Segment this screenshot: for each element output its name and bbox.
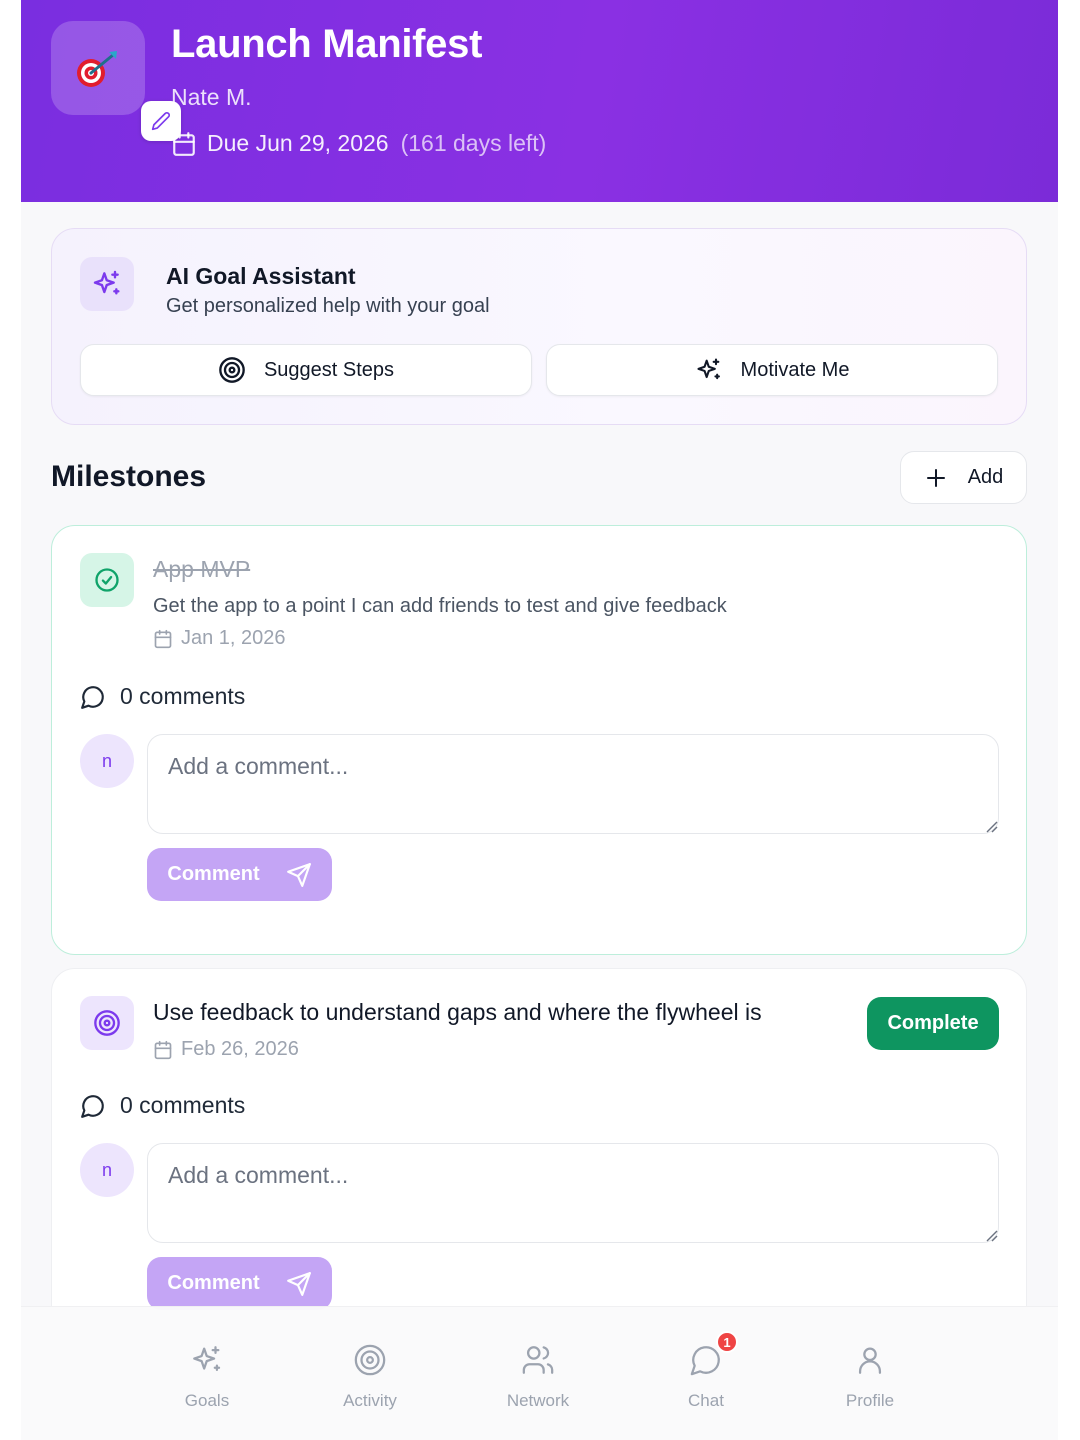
comment-bubble-icon [81,1094,104,1118]
pencil-icon [151,112,170,131]
due-date-row: Due Jun 29, 2026 (161 days left) [171,130,546,157]
app-screen: Launch Manifest Nate M. Due Jun 29, 2026… [21,0,1058,1440]
target-icon [94,1010,120,1036]
dart-target-icon [77,51,117,87]
goal-avatar[interactable] [51,21,181,141]
bottom-nav: Goals Activity Network Chat 1 Profile [21,1306,1058,1440]
comments-toggle[interactable]: 0 comments [80,683,245,710]
sparkles-icon [193,1346,221,1372]
sparkles-icon [93,270,120,295]
milestone-date-row: Feb 26, 2026 [153,1038,299,1061]
comment-input[interactable]: Add a comment... [147,1143,999,1243]
plus-icon [926,468,945,487]
comments-toggle[interactable]: 0 comments [80,1092,245,1119]
calendar-icon [154,629,172,648]
milestone-date: Jan 1, 2026 [181,627,286,649]
milestone-description: Get the app to a point I can add friends… [153,595,727,617]
resize-handle-icon[interactable] [983,818,999,834]
comment-submit-button[interactable]: Comment [147,848,332,901]
days-left: (161 days left) [400,130,547,156]
send-icon [286,862,311,887]
avatar: n [80,1143,134,1197]
nav-item-activity[interactable]: Activity [310,1343,430,1411]
user-icon [858,1347,882,1374]
comment-input[interactable]: Add a comment... [147,734,999,834]
milestone-card: App MVP Get the app to a point I can add… [51,525,1027,955]
nav-label: Activity [343,1391,397,1410]
nav-label: Chat [688,1391,724,1410]
comment-button-label: Comment [167,863,260,885]
milestone-title: App MVP [153,556,251,582]
add-milestone-label: Add [967,466,1004,488]
comment-button-label: Comment [167,1272,260,1294]
nav-label: Goals [184,1391,230,1410]
comment-bubble-icon [81,685,104,709]
suggest-steps-button[interactable]: Suggest Steps [80,344,532,396]
goal-header: Launch Manifest Nate M. Due Jun 29, 2026… [21,0,1058,202]
suggest-steps-label: Suggest Steps [263,358,395,381]
target-icon [354,1344,386,1376]
ai-assistant-icon-box [80,257,134,311]
comment-submit-button[interactable]: Comment [147,1257,332,1310]
motivate-me-button[interactable]: Motivate Me [546,344,998,396]
due-date: Due Jun 29, 2026 [207,130,389,156]
milestone-status-toggle[interactable] [80,553,134,607]
target-icon [219,357,245,383]
unread-badge: 1 [716,1331,738,1353]
milestones-heading: Milestones [51,460,207,493]
send-icon [286,1271,311,1296]
ai-assistant-title: AI Goal Assistant [166,263,356,289]
goal-owner: Nate M. [171,84,252,110]
nav-item-goals[interactable]: Goals [147,1343,267,1411]
nav-label: Network [506,1391,570,1410]
milestone-date: Feb 26, 2026 [181,1038,299,1060]
goal-title: Launch Manifest [171,22,483,66]
milestone-date-row: Jan 1, 2026 [153,627,286,650]
check-circle-icon [95,568,119,592]
sparkles-icon [696,358,720,380]
nav-label: Profile [845,1391,895,1410]
calendar-icon [173,131,195,156]
complete-milestone-button[interactable]: Complete [867,997,999,1050]
calendar-icon [154,1040,172,1059]
ai-assistant-card: AI Goal Assistant Get personalized help … [51,228,1027,425]
nav-item-network[interactable]: Network [478,1343,598,1411]
nav-item-profile[interactable]: Profile [810,1343,930,1411]
comments-count: 0 comments [120,1092,246,1118]
ai-assistant-subtitle: Get personalized help with your goal [166,295,490,317]
nav-item-chat[interactable]: Chat 1 [646,1331,766,1411]
users-icon [522,1346,554,1374]
comments-count: 0 comments [120,683,246,709]
add-milestone-button[interactable]: Add [900,451,1027,504]
milestone-status-toggle[interactable] [80,996,134,1050]
motivate-me-label: Motivate Me [740,358,850,381]
resize-handle-icon[interactable] [983,1227,999,1243]
avatar: n [80,734,134,788]
milestone-title: Use feedback to understand gaps and wher… [153,999,762,1025]
